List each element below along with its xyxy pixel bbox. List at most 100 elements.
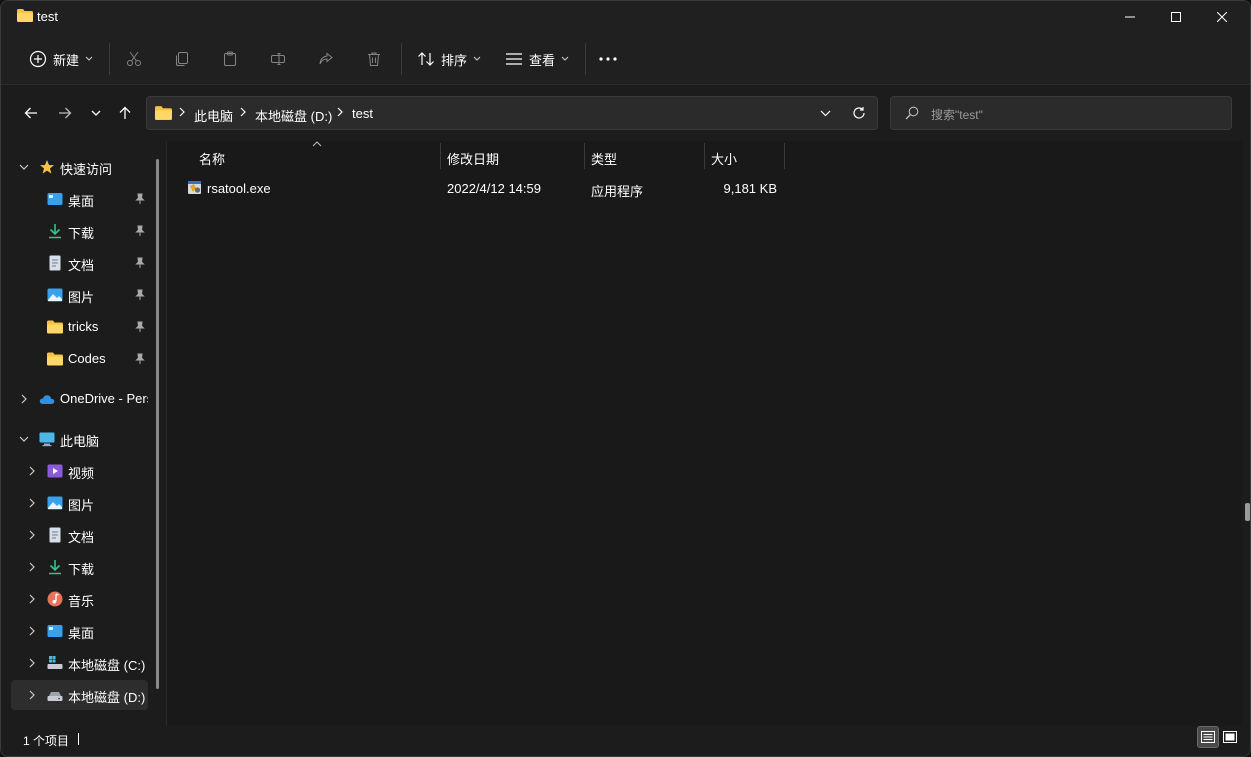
sort-label: 排序 [441, 52, 468, 68]
sidebar-item-pc-desktop[interactable]: 桌面 [11, 616, 148, 646]
column-header-label: 类型 [591, 152, 618, 167]
pin-icon[interactable] [135, 193, 145, 205]
delete-button[interactable] [361, 43, 387, 75]
breadcrumb-drive-d[interactable]: 本地磁盘 (D:) [255, 106, 332, 125]
rename-button[interactable] [265, 43, 291, 75]
sidebar-item-pictures[interactable]: 图片 [11, 280, 148, 310]
maximize-button[interactable] [1153, 1, 1199, 33]
sidebar-item-videos[interactable]: 视频 [11, 456, 148, 486]
chevron-down-icon [473, 56, 481, 61]
column-header-name[interactable]: 名称 [167, 141, 441, 169]
cloud-icon [39, 395, 55, 404]
large-icons-view-icon [1223, 731, 1237, 743]
pin-icon[interactable] [135, 289, 145, 301]
toolbar-separator [109, 43, 110, 75]
view-button[interactable]: 查看 [499, 43, 575, 75]
sidebar-item-drive-c[interactable]: 本地磁盘 (C:) [11, 648, 148, 678]
content-scrollbar[interactable] [1245, 503, 1250, 521]
search-placeholder: 搜索"test" [931, 108, 983, 122]
music-icon [47, 591, 63, 607]
sidebar-item-drive-d[interactable]: 本地磁盘 (D:) [11, 680, 148, 710]
chevron-right-icon[interactable] [29, 498, 35, 508]
sidebar-item-label: 桌面 [68, 626, 95, 641]
chevron-down-icon [91, 110, 101, 116]
pin-icon[interactable] [135, 321, 145, 333]
share-button[interactable] [313, 43, 339, 75]
document-icon [49, 255, 61, 271]
sidebar-item-onedrive[interactable]: OneDrive - Pers [11, 384, 148, 414]
pictures-icon [47, 496, 63, 510]
forward-button[interactable] [53, 101, 77, 125]
file-name: rsatool.exe [207, 181, 271, 196]
breadcrumb-test[interactable]: test [352, 106, 373, 121]
pin-icon[interactable] [135, 353, 145, 365]
sidebar-item-pc-pictures[interactable]: 图片 [11, 488, 148, 518]
search-box[interactable]: 搜索"test" [890, 96, 1232, 130]
trash-icon [368, 52, 380, 66]
file-row[interactable]: rsatool.exe 2022/4/12 14:59 应用程序 9,181 K… [187, 174, 787, 200]
paste-button[interactable] [217, 43, 243, 75]
navigation-pane-scrollbar[interactable] [156, 159, 159, 689]
minimize-button[interactable] [1107, 1, 1153, 33]
sidebar-item-label: 桌面 [68, 194, 95, 209]
chevron-right-icon[interactable] [29, 466, 35, 476]
column-header-modified[interactable]: 修改日期 [441, 141, 584, 169]
share-icon [319, 52, 333, 65]
new-button[interactable]: 新建 [25, 43, 97, 75]
column-divider[interactable] [784, 143, 785, 169]
sidebar-item-codes[interactable]: Codes [11, 344, 148, 374]
scissors-icon [127, 51, 141, 66]
chevron-down-icon[interactable] [19, 436, 29, 442]
sidebar-item-quick-access[interactable]: 快速访问 [11, 152, 148, 182]
chevron-right-icon[interactable] [29, 690, 35, 700]
address-bar[interactable]: 此电脑 本地磁盘 (D:) test [146, 96, 878, 130]
search-icon [905, 106, 919, 120]
chevron-right-icon[interactable] [29, 530, 35, 540]
sidebar-item-desktop[interactable]: 桌面 [11, 184, 148, 214]
video-icon [47, 464, 63, 478]
sidebar-item-tricks[interactable]: tricks [11, 312, 148, 342]
chevron-right-icon[interactable] [29, 594, 35, 604]
address-history-chevron-icon[interactable] [820, 110, 831, 117]
recent-locations-button[interactable] [84, 101, 108, 125]
sidebar-item-label: 本地磁盘 (D:) [68, 690, 146, 705]
pictures-icon [47, 288, 63, 302]
sort-button[interactable]: 排序 [411, 43, 485, 75]
up-button[interactable] [113, 101, 137, 125]
chevron-right-icon[interactable] [29, 658, 35, 668]
more-options-button[interactable] [595, 43, 621, 75]
chevron-right-icon[interactable] [29, 562, 35, 572]
column-header-label: 名称 [199, 152, 226, 167]
large-icons-view-button[interactable] [1219, 726, 1241, 748]
details-view-button[interactable] [1197, 726, 1219, 748]
toolbar-separator [401, 43, 402, 75]
close-icon [1217, 12, 1227, 22]
download-icon [49, 560, 61, 575]
file-list: 名称 修改日期 类型 大小 rsatool.exe 2022/4/12 14:5… [167, 141, 1242, 726]
refresh-icon[interactable] [852, 106, 866, 120]
sidebar-item-pc-downloads[interactable]: 下载 [11, 552, 148, 582]
sidebar-item-label: Codes [68, 351, 106, 366]
sidebar-item-this-pc[interactable]: 此电脑 [11, 424, 148, 454]
sidebar-item-label: 文档 [68, 258, 95, 273]
column-header-size[interactable]: 大小 [705, 141, 784, 169]
column-header-type[interactable]: 类型 [585, 141, 704, 169]
chevron-right-icon[interactable] [29, 626, 35, 636]
breadcrumb-this-pc[interactable]: 此电脑 [194, 106, 233, 125]
cut-button[interactable] [121, 43, 147, 75]
pin-icon[interactable] [135, 225, 145, 237]
back-button[interactable] [19, 101, 43, 125]
close-button[interactable] [1199, 1, 1245, 33]
pin-icon[interactable] [135, 257, 145, 269]
chevron-down-icon[interactable] [19, 164, 29, 170]
sidebar-item-documents[interactable]: 文档 [11, 248, 148, 278]
sidebar-item-music[interactable]: 音乐 [11, 584, 148, 614]
sidebar-item-label: 快速访问 [60, 162, 113, 177]
sidebar-item-downloads[interactable]: 下载 [11, 216, 148, 246]
more-dots-icon [599, 57, 617, 61]
sidebar-item-label: 图片 [68, 290, 95, 305]
chevron-right-icon[interactable] [21, 394, 27, 404]
file-type: 应用程序 [591, 184, 644, 199]
copy-button[interactable] [169, 43, 195, 75]
sidebar-item-pc-documents[interactable]: 文档 [11, 520, 148, 550]
